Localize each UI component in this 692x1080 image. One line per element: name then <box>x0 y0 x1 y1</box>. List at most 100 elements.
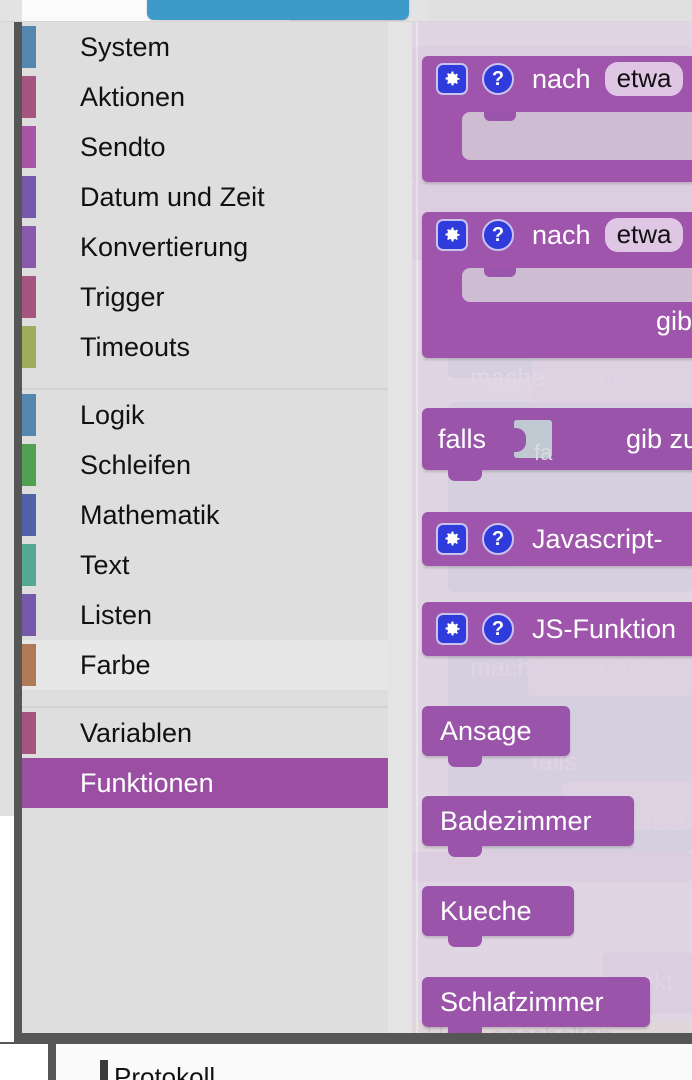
flyout-block-call-schlafzimmer[interactable]: Schlafzimmer <box>422 977 650 1033</box>
toolbox-item-label: Variablen <box>80 717 193 748</box>
toolbox-item-label: Funktionen <box>80 767 214 798</box>
toolbox-item-color-swatch <box>22 76 36 118</box>
toolbox-group-separator <box>22 372 388 388</box>
toolbox-item-color-swatch <box>22 494 36 536</box>
toolbar-primary-button[interactable] <box>147 0 409 20</box>
bottom-connector <box>448 846 482 857</box>
toolbox-flyout-gap <box>388 22 412 1033</box>
flyout-block-procedures-defreturn[interactable]: ? nach etwa gib <box>422 212 692 358</box>
left-gutter-top <box>0 22 15 816</box>
help-icon[interactable]: ? <box>482 523 514 555</box>
bottom-connector <box>448 756 482 767</box>
toolbox-item-color-swatch <box>22 226 36 268</box>
flyout-block-call-ansage[interactable]: Ansage <box>422 706 570 767</box>
blockly-frame-left <box>14 22 22 1042</box>
flyout-block-javascript-function[interactable]: ? Javascript- <box>422 512 692 566</box>
toolbox-item-mathematik[interactable]: Mathematik <box>22 490 388 540</box>
socket-ghost-label: fa <box>534 440 553 465</box>
block-label: Schlafzimmer <box>440 986 604 1017</box>
flyout-scrollbar[interactable] <box>416 22 418 1033</box>
toolbox-item-label: Datum und Zeit <box>80 181 265 212</box>
block-label: nach <box>532 63 591 94</box>
toolbox-item-label: Schleifen <box>80 449 192 480</box>
toolbox-group-separator <box>22 690 388 706</box>
gear-icon[interactable] <box>436 523 468 555</box>
blockly-workspace[interactable]: mache Kueche falls mache Badez falls ade… <box>412 22 692 1033</box>
toolbox-item-label: System <box>80 31 171 62</box>
tab-protokoll[interactable]: Protokoll <box>114 1062 215 1080</box>
bottom-panel-divider <box>0 1042 692 1044</box>
toolbar-right-card <box>428 0 692 22</box>
help-icon[interactable]: ? <box>482 219 514 251</box>
toolbox-item-listen[interactable]: Listen <box>22 590 388 640</box>
flyout-block-procedures-ifreturn[interactable]: falls fa gib zurück <box>422 408 692 481</box>
flyout-block-call-badezimmer[interactable]: Badezimmer <box>422 796 634 857</box>
toolbox-item-color-swatch <box>22 126 36 168</box>
toolbox-item-label: Timeouts <box>80 331 191 362</box>
toolbox-item-label: Trigger <box>80 281 165 312</box>
blockly-frame-bottom <box>14 1033 692 1042</box>
blockly-editor-screen: System Aktionen Sendto Datum und Zeit Konver… <box>0 0 692 1080</box>
blockly-area: System Aktionen Sendto Datum und Zeit Konver… <box>0 22 692 1042</box>
toolbox-item-funktionen[interactable]: Funktionen <box>22 758 388 808</box>
gear-icon[interactable] <box>436 63 468 95</box>
toolbox-item-konvertierung[interactable]: Konvertierung <box>22 222 388 272</box>
toolbox-item-text[interactable]: Text <box>22 540 388 590</box>
toolbox-item-color-swatch <box>22 712 36 754</box>
top-toolbar <box>0 0 692 22</box>
toolbox-item-label: Aktionen <box>80 81 186 112</box>
block-label: Ansage <box>440 715 532 746</box>
help-icon[interactable]: ? <box>482 63 514 95</box>
flyout-block-js-function[interactable]: ? JS-Funktion <box>422 602 692 656</box>
toolbox-empty-space <box>22 808 388 1008</box>
toolbox-item-farbe[interactable]: Farbe <box>22 640 388 690</box>
toolbox-item-label: Logik <box>80 399 145 430</box>
toolbox-item-label: Listen <box>80 599 153 630</box>
bottom-panel-left <box>0 1042 48 1080</box>
bottom-connector <box>448 936 482 947</box>
toolbox-item-color-swatch <box>22 26 36 68</box>
gear-icon[interactable] <box>436 613 468 645</box>
block-label: Kueche <box>440 895 532 926</box>
toolbox-item-sendto[interactable]: Sendto <box>22 122 388 172</box>
block-label-if: falls <box>438 423 487 454</box>
toolbox-item-datum-und-zeit[interactable]: Datum und Zeit <box>22 172 388 222</box>
flyout-block-call-kueche[interactable]: Kueche <box>422 886 574 947</box>
block-label: JS-Funktion <box>532 613 677 644</box>
toolbox-item-trigger[interactable]: Trigger <box>22 272 388 322</box>
toolbox-item-timeouts[interactable]: Timeouts <box>22 322 388 372</box>
block-label: Javascript- <box>532 523 663 554</box>
toolbox-item-color-swatch <box>22 176 36 218</box>
toolbox-item-color-swatch <box>22 644 36 686</box>
toolbox-item-schleifen[interactable]: Schleifen <box>22 440 388 490</box>
blockly-toolbox[interactable]: System Aktionen Sendto Datum und Zeit Konver… <box>22 22 388 1033</box>
toolbox-item-color-swatch <box>22 594 36 636</box>
block-label-return: gib zurück <box>626 423 692 454</box>
gear-icon[interactable] <box>436 219 468 251</box>
toolbox-item-label: Konvertierung <box>80 231 249 262</box>
toolbox-item-logik[interactable]: Logik <box>22 390 388 440</box>
toolbox-item-label: Sendto <box>80 131 166 162</box>
statement-notch <box>484 112 516 121</box>
toolbox-item-color-swatch <box>22 326 36 368</box>
statement-notch <box>484 268 516 277</box>
toolbox-item-label: Mathematik <box>80 499 220 530</box>
block-name-field[interactable]: etwa <box>604 218 684 252</box>
flyout-block-procedures-defnoreturn[interactable]: ? nach etwa <box>422 56 692 182</box>
return-label: gib <box>655 306 692 336</box>
toolbox-item-color-swatch <box>22 544 36 586</box>
bottom-connector <box>448 470 482 481</box>
toolbox-item-label: Text <box>80 549 130 580</box>
protokoll-tab-marker <box>100 1060 108 1080</box>
block-label: Badezimmer <box>440 805 592 836</box>
toolbox-item-variablen[interactable]: Variablen <box>22 708 388 758</box>
block-name-field[interactable]: etwa <box>604 62 684 96</box>
bottom-frame-left <box>48 1042 56 1080</box>
toolbox-item-color-swatch <box>22 394 36 436</box>
toolbox-item-aktionen[interactable]: Aktionen <box>22 72 388 122</box>
block-label: nach <box>532 219 591 250</box>
toolbox-item-label: Farbe <box>80 649 151 680</box>
toolbox-item-system[interactable]: System <box>22 22 388 72</box>
toolbox-item-color-swatch <box>22 276 36 318</box>
help-icon[interactable]: ? <box>482 613 514 645</box>
